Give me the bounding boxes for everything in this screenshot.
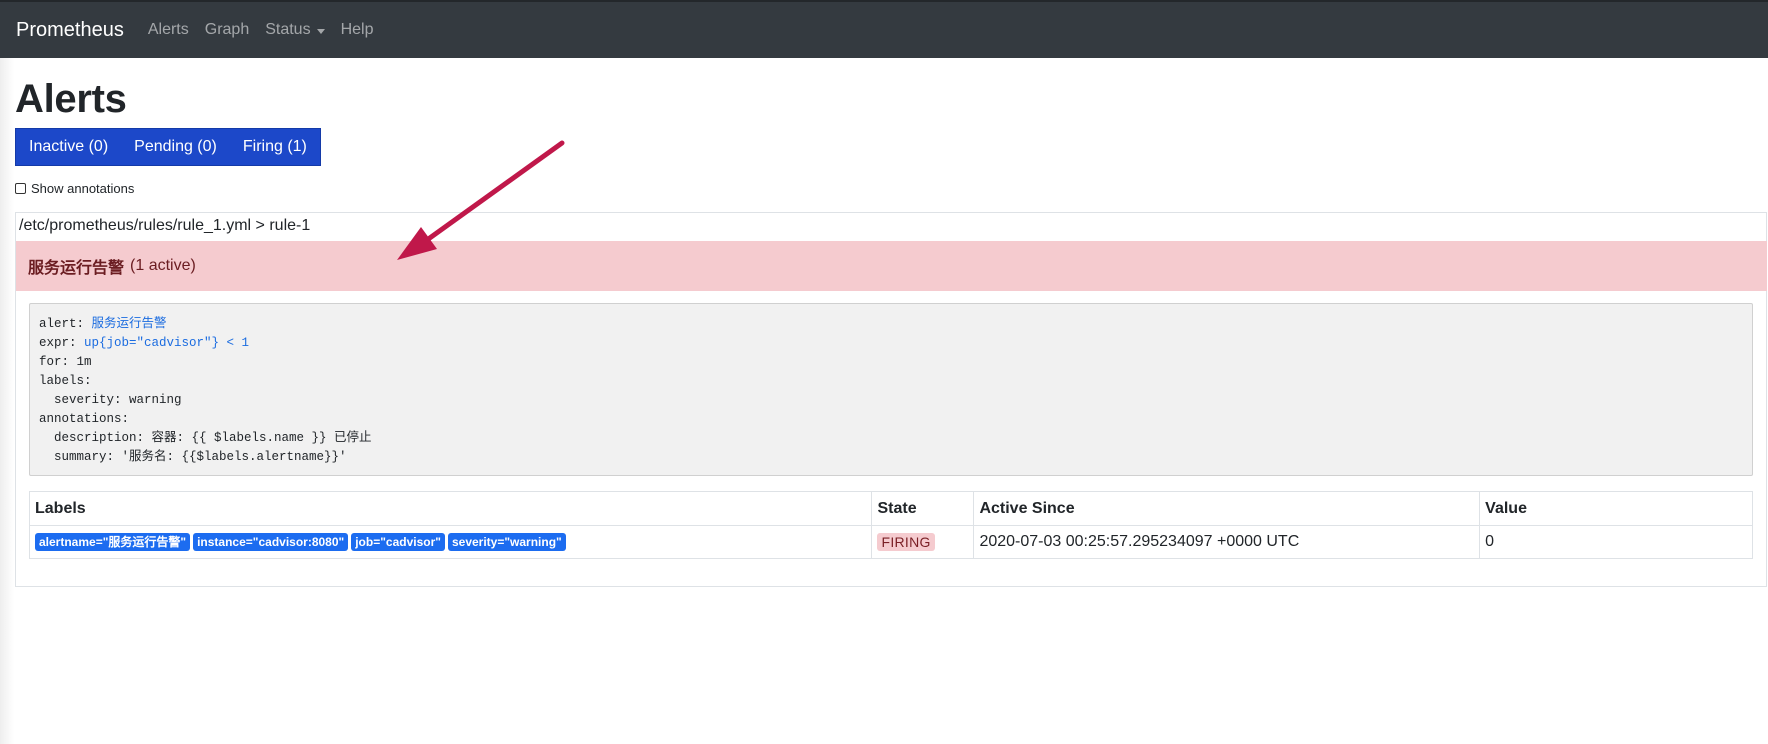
yaml-description-line: description: 容器: {{ $labels.name }} 已停止 xyxy=(39,431,372,445)
table-row: alertname="服务运行告警" instance="cadvisor:808… xyxy=(28,525,1753,559)
navbar: Prometheus Alerts Graph Status Help xyxy=(0,0,1768,58)
state-badge: FIRING xyxy=(877,532,935,551)
filter-pending-button[interactable]: Pending (0) xyxy=(121,129,230,165)
labels-cell: alertname="服务运行告警" instance="cadvisor:808… xyxy=(28,525,873,559)
alert-active-count: (1 active) xyxy=(130,257,196,274)
rule-definition-code: alert: 服务运行告警 expr: up{job="cadvisor"} <… xyxy=(29,303,1753,476)
nav-status-label: Status xyxy=(265,21,311,38)
nav-help[interactable]: Help xyxy=(341,21,374,39)
yaml-for-line: for: 1m xyxy=(39,355,92,369)
yaml-summary-line: summary: '服务名: {{$labels.alertname}}' xyxy=(39,450,347,464)
table-header-row: Labels State Active Since Value xyxy=(28,491,1753,526)
yaml-alert-key: alert: xyxy=(39,317,92,331)
show-annotations-toggle[interactable]: Show annotations xyxy=(15,181,134,196)
yaml-alert-link[interactable]: 服务运行告警 xyxy=(92,317,167,331)
value-cell: 0 xyxy=(1479,525,1753,559)
brand-link[interactable]: Prometheus xyxy=(16,19,124,42)
nav-alerts[interactable]: Alerts xyxy=(148,21,189,39)
show-annotations-checkbox[interactable] xyxy=(15,183,26,194)
nav-graph[interactable]: Graph xyxy=(205,21,249,39)
yaml-expr-key: expr: xyxy=(39,336,85,350)
label-badge-job: job="cadvisor" xyxy=(351,533,445,551)
caret-down-icon xyxy=(316,28,325,34)
active-since-cell: 2020-07-03 00:25:57.295234097 +0000 UTC xyxy=(973,525,1481,559)
state-column-header: State xyxy=(871,491,975,526)
left-edge-shadow xyxy=(0,58,14,744)
show-annotations-label: Show annotations xyxy=(31,181,135,196)
yaml-labels-line: labels: xyxy=(39,374,92,388)
yaml-severity-line: severity: warning xyxy=(39,393,182,407)
nav-status-dropdown[interactable]: Status xyxy=(265,21,325,39)
alert-rule-name: 服务运行告警 xyxy=(28,260,125,277)
filter-firing-button[interactable]: Firing (1) xyxy=(230,129,320,165)
labels-column-header: Labels xyxy=(28,491,873,526)
yaml-annotations-line: annotations: xyxy=(39,412,130,426)
rule-group-header: /etc/prometheus/rules/rule_1.yml > rule-… xyxy=(19,217,311,234)
label-badge-severity: severity="warning" xyxy=(447,533,566,551)
state-cell: FIRING xyxy=(871,525,975,559)
alert-state-filter-group: Inactive (0) Pending (0) Firing (1) xyxy=(15,128,321,166)
page-title: Alerts xyxy=(15,77,127,121)
active-since-column-header: Active Since xyxy=(973,491,1481,526)
alerts-table: Labels State Active Since Value alertnam… xyxy=(28,491,1753,559)
alert-rule-header[interactable]: 服务运行告警 (1 active) xyxy=(16,241,1767,291)
yaml-expr-link[interactable]: up{job="cadvisor"} < 1 xyxy=(84,336,249,350)
rule-group-card: /etc/prometheus/rules/rule_1.yml > rule-… xyxy=(15,212,1767,587)
value-column-header: Value xyxy=(1479,491,1753,526)
filter-inactive-button[interactable]: Inactive (0) xyxy=(16,129,121,165)
label-badge-instance: instance="cadvisor:8080" xyxy=(193,533,349,551)
label-badge-alertname: alertname="服务运行告警" xyxy=(35,533,191,551)
